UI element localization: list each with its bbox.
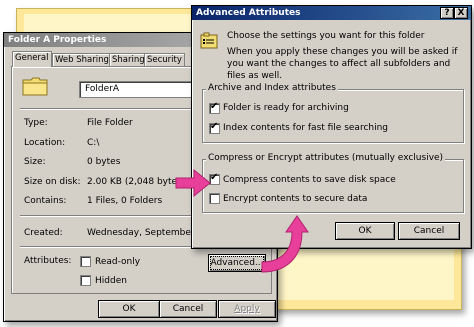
- tab-general-label: General: [15, 53, 49, 63]
- tab-general[interactable]: General: [12, 51, 52, 67]
- arrow-annotations: [175, 168, 309, 273]
- right-arrow-icon: [175, 168, 211, 198]
- curved-arrow-icon: [261, 215, 309, 273]
